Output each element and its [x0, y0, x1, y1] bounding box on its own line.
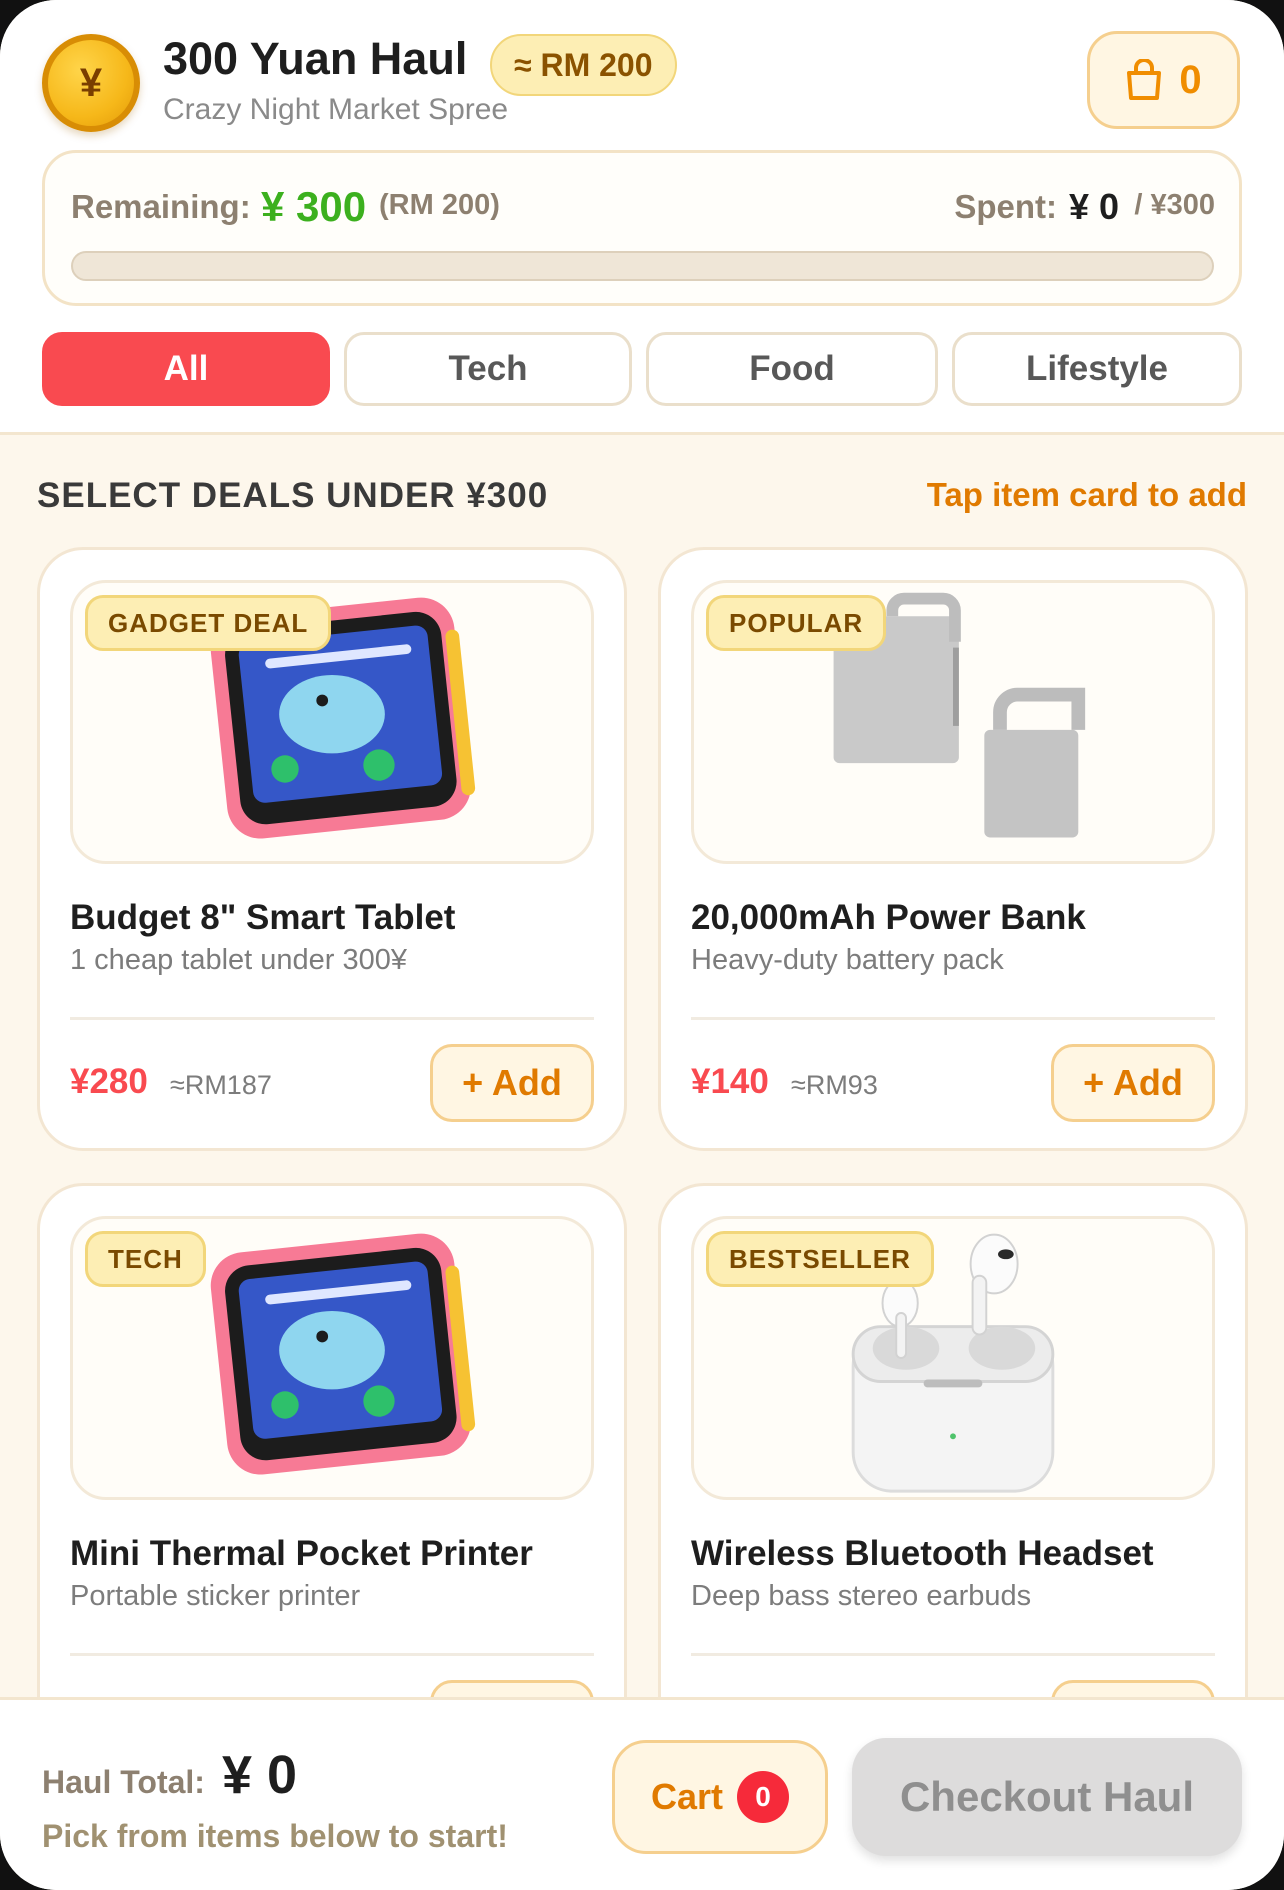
footer-bar: Haul Total: ¥ 0 Pick from items below to… [0, 1697, 1284, 1890]
checkout-button[interactable]: Checkout Haul [852, 1738, 1242, 1856]
app-subtitle: Crazy Night Market Spree [163, 93, 509, 126]
card-divider [691, 1653, 1215, 1656]
spent-total: / ¥300 [1134, 189, 1215, 221]
tab-food[interactable]: Food [646, 332, 938, 406]
header: ¥ 300 Yuan Haul ≈ RM 200 Crazy Night Mar… [0, 0, 1284, 435]
add-to-cart-button[interactable]: + Add [430, 1044, 594, 1122]
product-price: ¥280 [70, 1062, 148, 1101]
product-badge: POPULAR [706, 595, 887, 651]
product-image: BESTSELLER [691, 1216, 1215, 1500]
section-hint: Tap item card to add [926, 476, 1247, 513]
card-divider [70, 1653, 594, 1656]
product-badge: GADGET DEAL [85, 595, 332, 651]
yuan-coin-icon: ¥ [42, 34, 140, 132]
spent-value: ¥ 0 [1068, 186, 1119, 227]
product-image: POPULAR [691, 580, 1215, 864]
product-card-tablet[interactable]: GADGET DEAL Budget 8" Smart Tablet 1 che… [37, 547, 627, 1151]
product-description: Deep bass stereo earbuds [691, 1580, 1032, 1612]
product-description: Heavy-duty battery pack [691, 944, 1004, 976]
budget-card: Remaining: ¥ 300 (RM 200) Spent: ¥ 0 / ¥… [42, 150, 1242, 306]
haul-total-value: ¥ 0 [222, 1745, 298, 1805]
product-image: GADGET DEAL [70, 580, 594, 864]
card-divider [691, 1017, 1215, 1020]
product-rm-price: ≈RM187 [170, 1070, 272, 1100]
product-card-power-bank[interactable]: POPULAR 20,000mAh Power Bank Heavy-duty … [658, 547, 1248, 1151]
remaining-label: Remaining: [71, 188, 251, 225]
remaining-value: ¥ 300 [261, 183, 367, 230]
product-image: TECH [70, 1216, 594, 1500]
product-rm-price: ≈RM93 [791, 1070, 878, 1100]
section-title: SELECT DEALS UNDER ¥300 [37, 476, 549, 515]
budget-progress-bar [71, 251, 1214, 281]
cart-count-badge: 0 [737, 1771, 790, 1823]
haul-total-label: Haul Total: [42, 1764, 205, 1800]
shopping-bag-icon [1127, 59, 1162, 100]
product-title: 20,000mAh Power Bank [691, 898, 1086, 937]
shopping-bag-button[interactable]: 0 [1087, 31, 1240, 129]
rm-conversion-badge: ≈ RM 200 [490, 34, 677, 96]
product-title: Wireless Bluetooth Headset [691, 1534, 1154, 1573]
haul-hint: Pick from items below to start! [42, 1818, 508, 1854]
product-title: Budget 8" Smart Tablet [70, 898, 456, 937]
app-window: ¥ 300 Yuan Haul ≈ RM 200 Crazy Night Mar… [0, 0, 1284, 1890]
card-divider [70, 1017, 594, 1020]
cart-button[interactable]: Cart 0 [612, 1740, 828, 1854]
tab-all[interactable]: All [42, 332, 330, 406]
spent-label: Spent: [954, 188, 1057, 225]
remaining-rm: (RM 200) [379, 189, 500, 221]
cart-label: Cart [650, 1776, 724, 1817]
app-title: 300 Yuan Haul [163, 33, 468, 84]
tab-tech[interactable]: Tech [344, 332, 632, 406]
product-title: Mini Thermal Pocket Printer [70, 1534, 533, 1573]
product-price: ¥140 [691, 1062, 769, 1101]
add-to-cart-button[interactable]: + Add [1051, 1044, 1215, 1122]
product-description: 1 cheap tablet under 300¥ [70, 944, 407, 976]
bag-count: 0 [1179, 57, 1202, 102]
tab-lifestyle[interactable]: Lifestyle [952, 332, 1242, 406]
product-badge: TECH [85, 1231, 206, 1287]
product-badge: BESTSELLER [706, 1231, 934, 1287]
product-description: Portable sticker printer [70, 1580, 361, 1612]
